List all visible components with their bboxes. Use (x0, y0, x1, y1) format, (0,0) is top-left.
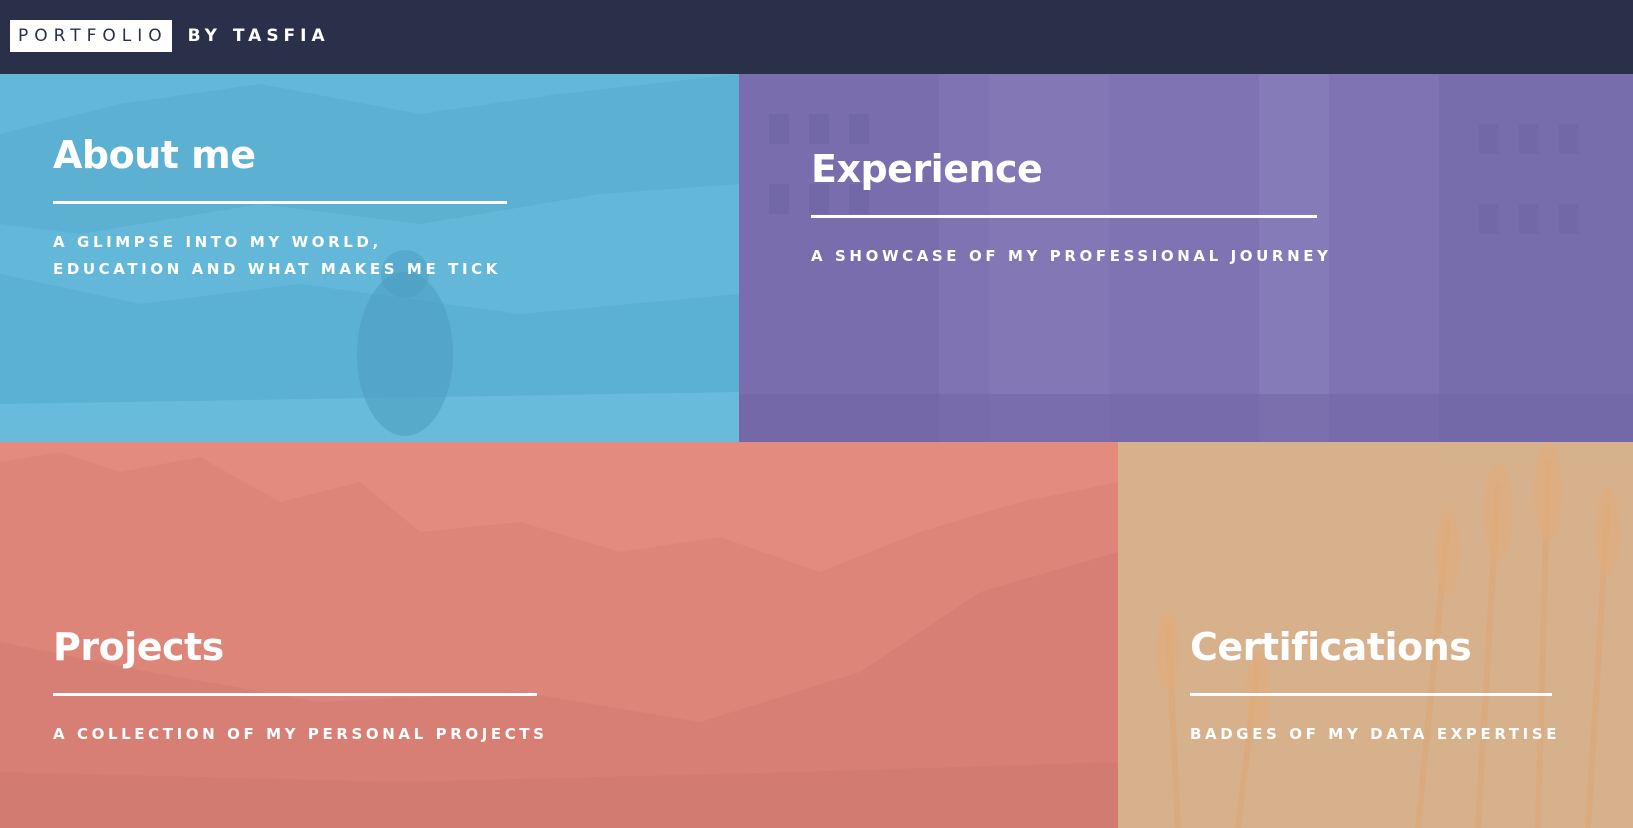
about-title: About me (53, 133, 256, 177)
experience-subtitle: A SHOWCASE OF MY PROFESSIONAL JOURNEY (811, 247, 1332, 265)
tile-experience[interactable]: Experience A SHOWCASE OF MY PROFESSIONAL… (739, 74, 1633, 442)
certifications-subtitle: BADGES OF MY DATA EXPERTISE (1190, 725, 1561, 743)
certifications-content: Certifications BADGES OF MY DATA EXPERTI… (1190, 624, 1560, 748)
experience-content: Experience A SHOWCASE OF MY PROFESSIONAL… (811, 146, 1332, 270)
top-navbar: PORTFOLIO BY TASFIA (0, 0, 1633, 74)
projects-content: Projects A COLLECTION OF MY PERSONAL PRO… (53, 624, 548, 748)
about-content: About me A GLIMPSE INTO MY WORLD, EDUCAT… (53, 132, 513, 283)
experience-title: Experience (811, 147, 1043, 191)
experience-divider (811, 215, 1317, 218)
certifications-title: Certifications (1190, 625, 1472, 669)
site-logo-link[interactable]: PORTFOLIO BY TASFIA (10, 20, 330, 52)
projects-title: Projects (53, 625, 224, 669)
logo-portfolio-box: PORTFOLIO (10, 20, 172, 52)
tile-projects[interactable]: Projects A COLLECTION OF MY PERSONAL PRO… (0, 442, 1118, 828)
about-divider (53, 201, 507, 204)
logo-author-text: BY TASFIA (187, 26, 330, 46)
tile-about-me[interactable]: About me A GLIMPSE INTO MY WORLD, EDUCAT… (0, 74, 739, 442)
projects-divider (53, 693, 537, 696)
projects-subtitle: A COLLECTION OF MY PERSONAL PROJECTS (53, 725, 548, 743)
tile-certifications[interactable]: Certifications BADGES OF MY DATA EXPERTI… (1118, 442, 1633, 828)
about-subtitle: A GLIMPSE INTO MY WORLD, EDUCATION AND W… (53, 233, 501, 278)
certifications-divider (1190, 693, 1552, 696)
